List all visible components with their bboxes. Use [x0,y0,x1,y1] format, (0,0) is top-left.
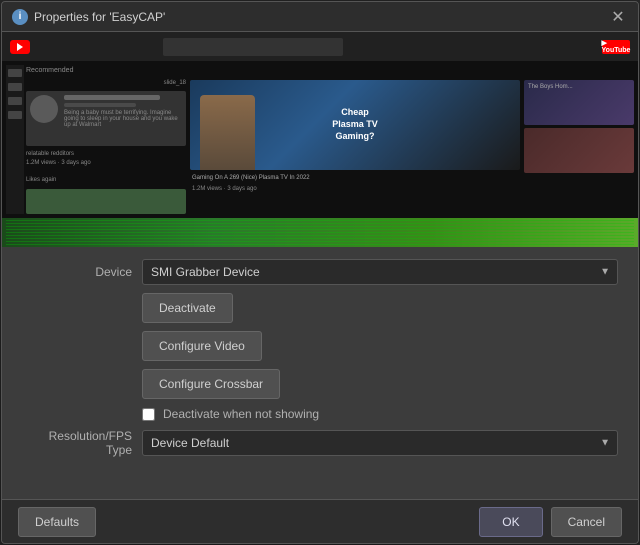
yt-glitch-bar [2,218,638,247]
bottom-bar: Defaults OK Cancel [2,499,638,543]
yt-avatar [30,95,58,123]
dialog-icon: i [12,9,28,25]
yt-badge-text: ▶ YouTube [602,39,631,54]
configure-crossbar-button[interactable]: Configure Crossbar [142,369,280,399]
yt-desc: Being a baby must be terrifying. Imagine… [64,110,184,128]
yt-recommended-label: Recommended [26,65,634,76]
yt-main-content: Recommended slide_18 Being a baby must b… [26,65,634,214]
device-dropdown-container: SMI Grabber Device ▼ [142,259,618,285]
yt-video-title: Gaming On A 269 (Nice) Plasma TV In 2022 [190,173,520,183]
title-bar-left: i Properties for 'EasyCAP' [12,9,165,25]
yt-channel: relatable redditors [26,151,186,157]
deactivate-checkbox-row: Deactivate when not showing [142,407,618,421]
yt-thumb-title: CheapPlasma TVGaming? [332,107,378,142]
configure-video-row: Configure Video [142,331,618,361]
yt-glitch-effect [6,218,634,247]
yt-user-video: Being a baby must be terrifying. Imagine… [26,91,186,146]
device-dropdown[interactable]: SMI Grabber Device [142,259,618,285]
bottom-right-buttons: OK Cancel [479,507,622,537]
yt-person-silhouette [200,95,255,170]
deactivate-checkbox-label: Deactivate when not showing [163,407,319,421]
yt-side-thumb-2 [524,128,634,173]
yt-video-meta: 1.2M views · 3 days ago [190,186,520,192]
yt-videos-grid: slide_18 Being a baby must be terrifying… [26,80,634,214]
yt-likes: Likes again [26,177,186,183]
yt-featured-video: slide_18 Being a baby must be terrifying… [26,80,186,214]
yt-sidebar [6,65,24,214]
yt-video-info: Being a baby must be terrifying. Imagine… [62,91,186,146]
yt-top-bar: ▶ YouTube [2,32,638,61]
deactivate-row: Deactivate [142,293,618,323]
yt-spacer [26,169,186,174]
title-text: Properties for 'EasyCAP' [34,10,165,24]
resolution-dropdown[interactable]: Device Default [142,430,618,456]
configure-crossbar-row: Configure Crossbar [142,369,618,399]
yt-main-thumb: CheapPlasma TVGaming? [190,80,520,170]
youtube-logo-icon [10,40,30,54]
resolution-label: Resolution/FPS Type [22,429,132,457]
deactivate-button[interactable]: Deactivate [142,293,233,323]
yt-badge: ▶ YouTube [602,40,630,54]
resolution-dropdown-container: Device Default ▼ [142,430,618,456]
yt-sub-line [64,103,136,107]
yt-search-bar [163,38,343,56]
yt-side-thumb-1: The Boys Hom... [524,80,634,125]
yt-sidebar-item [8,97,22,105]
dialog-window: i Properties for 'EasyCAP' ✕ ▶ YouTube [1,1,639,544]
youtube-preview: ▶ YouTube Recommended slide_18 [2,32,638,247]
yt-side-thumbnails: The Boys Hom... [524,80,634,214]
preview-area: ▶ YouTube Recommended slide_18 [2,32,638,247]
deactivate-checkbox[interactable] [142,408,155,421]
resolution-row: Resolution/FPS Type Device Default ▼ [22,429,618,457]
yt-meta: 1.2M views · 3 days ago [26,160,186,166]
form-area: Device SMI Grabber Device ▼ Deactivate C… [2,247,638,499]
cancel-button[interactable]: Cancel [551,507,622,537]
yt-side-title-1: The Boys Hom... [524,80,634,94]
yt-sidebar-item [8,83,22,91]
configure-video-button[interactable]: Configure Video [142,331,262,361]
yt-content: Recommended slide_18 Being a baby must b… [2,61,638,218]
device-label: Device [22,265,132,279]
yt-big-thumbnail: CheapPlasma TVGaming? Gaming On A 269 (N… [190,80,520,214]
device-row: Device SMI Grabber Device ▼ [22,259,618,285]
yt-sidebar-item [8,111,22,119]
title-bar: i Properties for 'EasyCAP' ✕ [2,2,638,32]
ok-button[interactable]: OK [479,507,542,537]
yt-bottom-thumb [26,189,186,214]
close-button[interactable]: ✕ [608,7,628,27]
yt-title-line [64,95,160,100]
defaults-button[interactable]: Defaults [18,507,96,537]
yt-sidebar-item [8,69,22,77]
yt-timestamp: slide_18 [26,80,186,86]
